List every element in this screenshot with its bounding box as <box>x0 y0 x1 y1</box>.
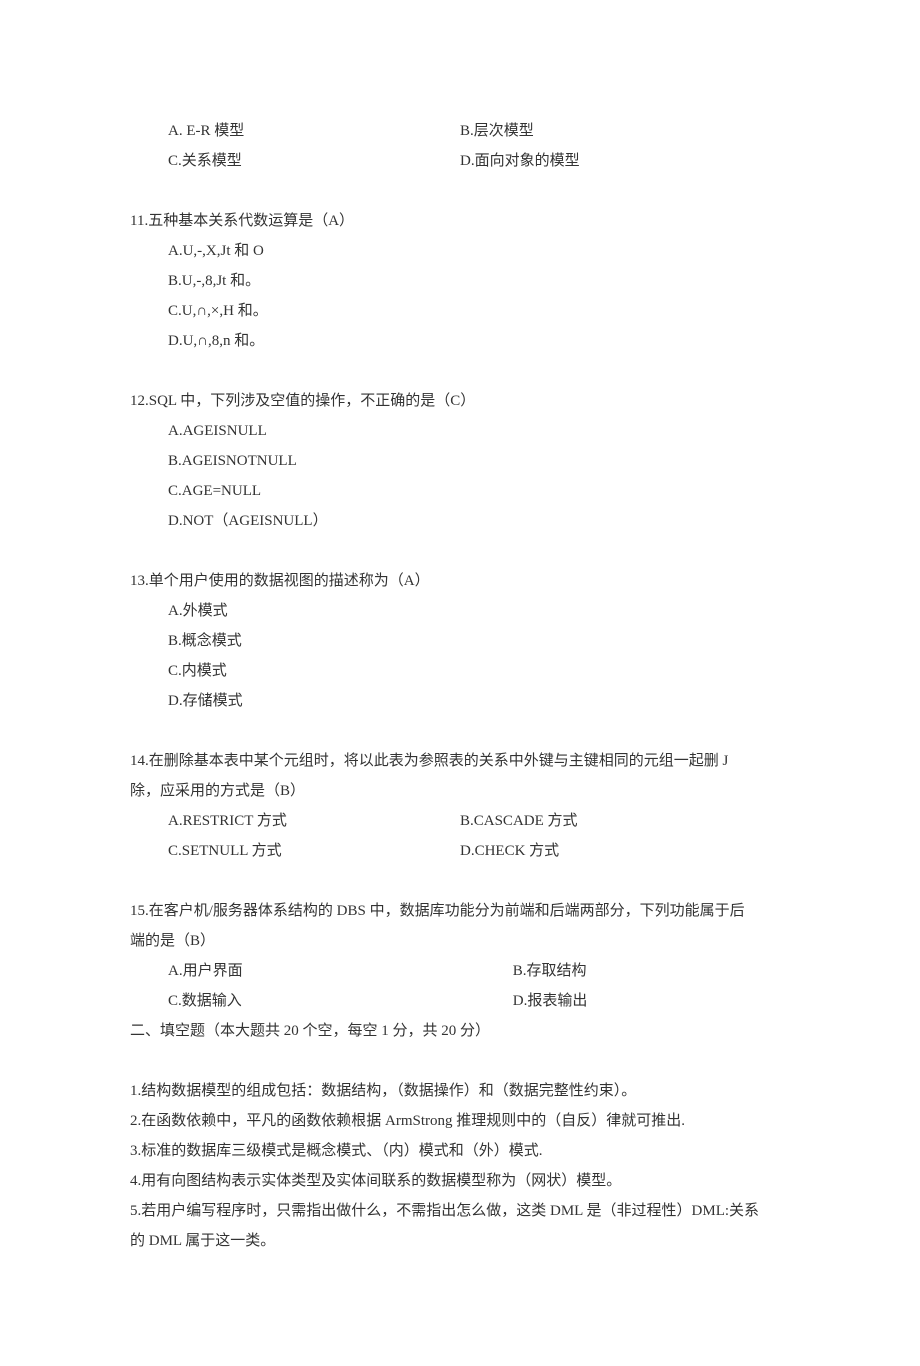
option-a: A.用户界面 <box>130 956 513 986</box>
option-c: C.内模式 <box>130 656 790 686</box>
question-stem-line2: 除，应采用的方式是（B） <box>130 776 790 806</box>
question-stem-line2: 端的是（B） <box>130 926 790 956</box>
option-b: B.CASCADE 方式 <box>460 806 790 836</box>
option-a: A.U,-,X,Jt 和 O <box>130 236 790 266</box>
q10-options: A. E-R 模型 B.层次模型 C.关系模型 D.面向对象的模型 <box>130 116 790 176</box>
question-14: 14.在删除基本表中某个元组时，将以此表为参照表的关系中外键与主键相同的元组一起… <box>130 746 790 866</box>
question-stem: 13.单个用户使用的数据视图的描述称为（A） <box>130 566 790 596</box>
question-stem-line1: 15.在客户机/服务器体系结构的 DBS 中，数据库功能分为前端和后端两部分，下… <box>130 896 790 926</box>
question-13: 13.单个用户使用的数据视图的描述称为（A） A.外模式 B.概念模式 C.内模… <box>130 566 790 716</box>
fill-item-1: 1.结构数据模型的组成包括：数据结构，（数据操作）和（数据完整性约束）。 <box>130 1076 790 1106</box>
fill-item-5-line2: 的 DML 属于这一类。 <box>130 1226 790 1256</box>
option-a: A. E-R 模型 <box>130 116 460 146</box>
fill-in-blank-list: 1.结构数据模型的组成包括：数据结构，（数据操作）和（数据完整性约束）。 2.在… <box>130 1076 790 1256</box>
question-12: 12.SQL 中，下列涉及空值的操作，不正确的是（C） A.AGEISNULL … <box>130 386 790 536</box>
option-c: C.关系模型 <box>130 146 460 176</box>
question-15: 15.在客户机/服务器体系结构的 DBS 中，数据库功能分为前端和后端两部分，下… <box>130 896 790 1016</box>
option-b: B.存取结构 <box>513 956 790 986</box>
option-d: D.报表输出 <box>513 986 790 1016</box>
section-heading: 二、填空题（本大题共 20 个空，每空 1 分，共 20 分） <box>130 1016 790 1046</box>
option-c: C.AGE=NULL <box>130 476 790 506</box>
option-d: D.面向对象的模型 <box>460 146 790 176</box>
fill-item-4: 4.用有向图结构表示实体类型及实体间联系的数据模型称为（网状）模型。 <box>130 1166 790 1196</box>
question-stem: 12.SQL 中，下列涉及空值的操作，不正确的是（C） <box>130 386 790 416</box>
option-d: D.CHECK 方式 <box>460 836 790 866</box>
fill-item-5-line1: 5.若用户编写程序时，只需指出做什么，不需指出怎么做，这类 DML 是（非过程性… <box>130 1196 790 1226</box>
option-b: B.概念模式 <box>130 626 790 656</box>
fill-item-3: 3.标准的数据库三级模式是概念模式、（内）模式和（外）模式. <box>130 1136 790 1166</box>
question-11: 11.五种基本关系代数运算是（A） A.U,-,X,Jt 和 O B.U,-,8… <box>130 206 790 356</box>
option-b: B.U,-,8,Jt 和。 <box>130 266 790 296</box>
question-stem-line1: 14.在删除基本表中某个元组时，将以此表为参照表的关系中外键与主键相同的元组一起… <box>130 746 790 776</box>
fill-item-2: 2.在函数依赖中，平凡的函数依赖根据 ArmStrong 推理规则中的（自反）律… <box>130 1106 790 1136</box>
option-c: C.数据输入 <box>130 986 513 1016</box>
option-c: C.SETNULL 方式 <box>130 836 460 866</box>
option-d: D.U,∩,8,n 和。 <box>130 326 790 356</box>
option-d: D.NOT（AGEISNULL） <box>130 506 790 536</box>
option-b: B.AGEISNOTNULL <box>130 446 790 476</box>
option-a: A.外模式 <box>130 596 790 626</box>
option-c: C.U,∩,×,H 和。 <box>130 296 790 326</box>
option-a: A.AGEISNULL <box>130 416 790 446</box>
option-a: A.RESTRICT 方式 <box>130 806 460 836</box>
option-d: D.存储模式 <box>130 686 790 716</box>
option-b: B.层次模型 <box>460 116 790 146</box>
question-stem: 11.五种基本关系代数运算是（A） <box>130 206 790 236</box>
